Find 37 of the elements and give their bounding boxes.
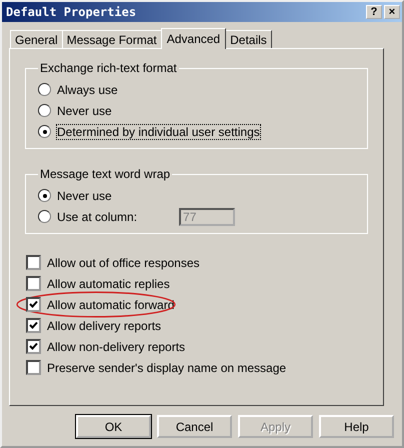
radio-button[interactable]	[38, 189, 51, 202]
checkmark-icon	[29, 321, 38, 330]
tab[interactable]: Details	[225, 30, 272, 48]
close-button[interactable]: ×	[384, 5, 400, 19]
group-title: Exchange rich-text format	[39, 61, 178, 75]
checkbox[interactable]	[26, 318, 41, 333]
checkmark-icon	[29, 342, 38, 351]
radio-label: Use at column:	[57, 210, 138, 224]
checkbox-label: Allow non-delivery reports	[47, 340, 186, 354]
checkmark-icon	[29, 300, 38, 309]
radio-button[interactable]	[38, 210, 51, 223]
dialog-button[interactable]: OK	[76, 415, 151, 438]
tab[interactable]: Message Format	[62, 30, 162, 48]
checkbox[interactable]	[26, 360, 41, 375]
tab[interactable]: Advanced	[160, 28, 226, 49]
checkbox-label: Allow delivery reports	[47, 318, 162, 332]
help-button[interactable]: ?	[366, 5, 382, 19]
checkbox-label: Allow automatic replies	[47, 276, 170, 290]
dialog-button[interactable]: Cancel	[157, 415, 232, 438]
dialog-button[interactable]: Help	[319, 415, 394, 438]
radio-label: Never use	[57, 104, 112, 118]
checkbox-label: Allow automatic forward	[47, 298, 174, 312]
radio-label: Never use	[57, 188, 112, 202]
checkbox-label: Allow out of office responses	[47, 256, 200, 270]
checkbox[interactable]	[26, 276, 41, 291]
radio-button[interactable]	[38, 104, 51, 117]
checkbox[interactable]	[26, 339, 41, 354]
radio-button[interactable]	[38, 83, 51, 96]
radio-label: Determined by individual user settings	[57, 124, 260, 138]
radio-label: Always use	[57, 82, 118, 96]
checkbox[interactable]	[26, 297, 41, 312]
checkbox-label: Preserve sender's display name on message	[47, 360, 286, 374]
checkbox[interactable]	[26, 255, 41, 270]
window-title: Default Properties	[6, 5, 136, 19]
radio-button[interactable]	[38, 125, 51, 138]
tab[interactable]: General	[10, 30, 63, 48]
group-title: Message text word wrap	[39, 167, 172, 181]
